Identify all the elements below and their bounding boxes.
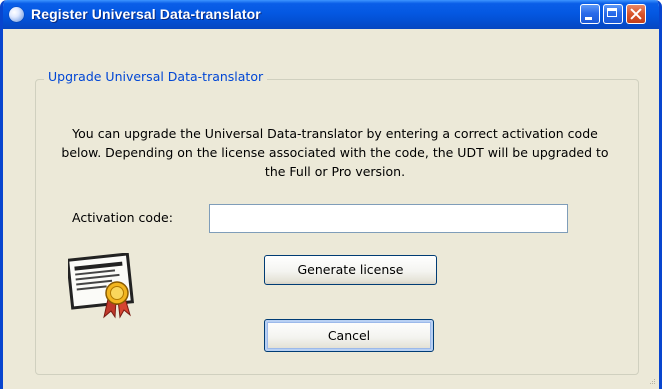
activation-code-label: Activation code: xyxy=(72,210,173,225)
certificate-icon xyxy=(68,253,134,319)
activation-code-input[interactable] xyxy=(209,204,568,233)
maximize-button[interactable] xyxy=(603,4,623,24)
close-button[interactable] xyxy=(626,4,646,24)
cancel-button[interactable]: Cancel xyxy=(264,319,434,352)
window-title: Register Universal Data-translator xyxy=(31,6,261,22)
groupbox-legend: Upgrade Universal Data-translator xyxy=(44,69,268,84)
title-bar[interactable]: Register Universal Data-translator xyxy=(3,0,659,29)
resize-grip-icon[interactable] xyxy=(648,377,656,385)
generate-license-button[interactable]: Generate license xyxy=(264,255,437,285)
app-globe-icon xyxy=(9,7,24,22)
upgrade-description: You can upgrade the Universal Data-trans… xyxy=(61,126,609,179)
minimize-button[interactable] xyxy=(580,4,600,24)
